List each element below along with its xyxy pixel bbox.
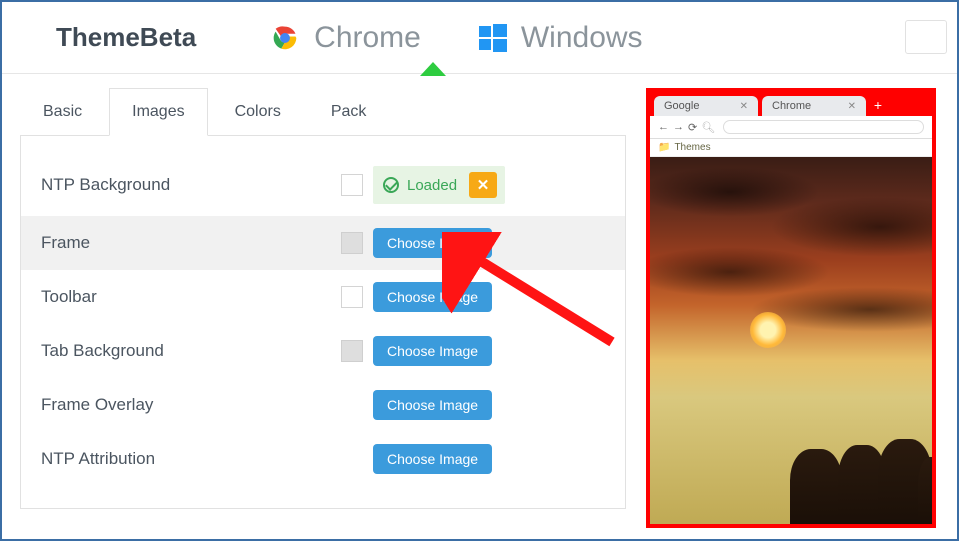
folder-icon: 📁: [658, 142, 670, 153]
check-circle-icon: [383, 177, 399, 193]
row-frame: Frame Choose Image: [21, 216, 625, 270]
chrome-icon: [268, 21, 302, 55]
back-icon: ←: [658, 121, 669, 133]
preview-tabstrip: Google ✕ Chrome ✕ +: [650, 92, 932, 116]
tab-colors[interactable]: Colors: [212, 88, 304, 136]
row-label: Toolbar: [41, 287, 341, 307]
row-toolbar: Toolbar Choose Image: [21, 270, 625, 324]
row-label: Tab Background: [41, 341, 341, 361]
nav-chrome[interactable]: Chrome: [240, 2, 449, 73]
sun-icon: [750, 312, 786, 348]
choose-image-button[interactable]: Choose Image: [373, 444, 492, 474]
images-panel: NTP Background Loaded ✕ Frame Choose Ima…: [20, 135, 626, 509]
preview-tab-google: Google ✕: [654, 96, 758, 116]
row-ntp-attribution: NTP Attribution Choose Image: [21, 432, 625, 486]
preview-urlbar: [723, 120, 924, 134]
tab-images[interactable]: Images: [109, 88, 207, 136]
row-tab-background: Tab Background Choose Image: [21, 324, 625, 378]
top-right-button[interactable]: [905, 20, 947, 54]
close-icon: ✕: [848, 101, 856, 112]
preview-new-tab-icon: +: [870, 96, 886, 114]
loaded-text: Loaded: [407, 177, 457, 194]
choose-image-button[interactable]: Choose Image: [373, 282, 492, 312]
nav-windows[interactable]: Windows: [449, 2, 671, 73]
preview-bookmark-bar: 📁 Themes: [650, 139, 932, 157]
editor-panel: Basic Images Colors Pack NTP Background …: [20, 88, 626, 528]
preview-toolbar: ← → ⟳ 🔍︎: [650, 116, 932, 139]
zebra-silhouette-icon: [790, 449, 842, 527]
preview-bookmark-label: Themes: [674, 142, 710, 153]
preview-tab-label: Google: [664, 100, 699, 112]
nav-chrome-label: Chrome: [314, 21, 421, 55]
choose-image-button[interactable]: Choose Image: [373, 228, 492, 258]
tab-basic[interactable]: Basic: [20, 88, 105, 136]
search-icon: 🔍︎: [701, 121, 715, 134]
color-swatch[interactable]: [341, 340, 363, 362]
preview-tab-label: Chrome: [772, 100, 811, 112]
top-bar: ThemeBeta Chrome Windows: [2, 2, 957, 74]
editor-tabs: Basic Images Colors Pack: [20, 88, 626, 136]
color-swatch[interactable]: [341, 174, 363, 196]
choose-image-button[interactable]: Choose Image: [373, 390, 492, 420]
remove-button[interactable]: ✕: [469, 172, 497, 198]
row-ntp-background: NTP Background Loaded ✕: [21, 154, 625, 216]
color-swatch[interactable]: [341, 286, 363, 308]
row-frame-overlay: Frame Overlay Choose Image: [21, 378, 625, 432]
theme-preview: Google ✕ Chrome ✕ + ← → ⟳ 🔍︎ 📁 Themes: [646, 88, 936, 528]
choose-image-button[interactable]: Choose Image: [373, 336, 492, 366]
row-label: NTP Background: [41, 175, 341, 195]
brand-logo[interactable]: ThemeBeta: [2, 22, 240, 53]
loaded-status: Loaded ✕: [373, 166, 505, 204]
tab-pack[interactable]: Pack: [308, 88, 390, 136]
color-swatch[interactable]: [341, 232, 363, 254]
zebra-silhouette-icon: [918, 457, 932, 527]
preview-tab-chrome: Chrome ✕: [762, 96, 866, 116]
reload-icon: ⟳: [688, 121, 697, 134]
preview-ntp-image: [650, 157, 932, 527]
active-nav-caret-icon: [420, 62, 446, 76]
row-label: Frame: [41, 233, 341, 253]
row-label: Frame Overlay: [41, 395, 341, 415]
forward-icon: →: [673, 121, 684, 133]
row-label: NTP Attribution: [41, 449, 341, 469]
nav-windows-label: Windows: [521, 21, 643, 55]
windows-icon: [477, 22, 509, 54]
close-icon: ✕: [740, 101, 748, 112]
